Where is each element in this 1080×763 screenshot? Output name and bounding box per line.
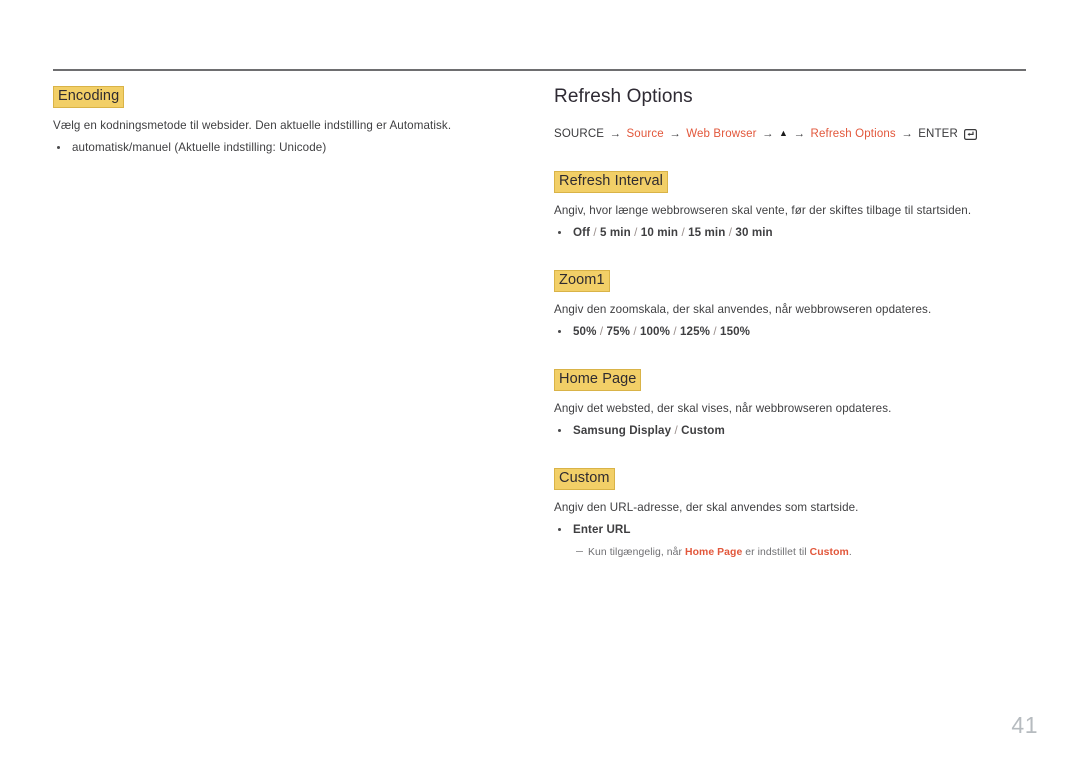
breadcrumb: SOURCE → Source → Web Browser → ▲ → Refr…	[554, 126, 1024, 145]
list-item: Samsung Display / Custom	[554, 422, 1024, 440]
note-term-home-page: Home Page	[685, 547, 743, 559]
triangle-up-icon: ▲	[779, 128, 789, 138]
section-custom: Custom Angiv den URL-adresse, der skal a…	[554, 468, 1024, 561]
breadcrumb-step-refresh-options: Refresh Options	[810, 128, 896, 140]
zoom1-description: Angiv den zoomskala, der skal anvendes, …	[554, 302, 932, 316]
section-heading-custom: Custom	[554, 468, 615, 490]
enter-key-icon	[964, 129, 978, 145]
right-column: Refresh Options SOURCE → Source → Web Br…	[554, 86, 1024, 561]
custom-description: Angiv den URL-adresse, der skal anvendes…	[554, 500, 859, 514]
refresh-interval-option-list: Off / 5 min / 10 min / 15 min / 30 min	[554, 224, 1024, 242]
arrow-icon: →	[793, 128, 806, 140]
header-divider	[53, 69, 1026, 71]
page-title: Refresh Options	[554, 86, 693, 107]
encoding-option-list: automatisk/manuel (Aktuelle indstilling:…	[53, 139, 523, 157]
custom-option-list: Enter URL	[554, 521, 1024, 539]
note-term-custom: Custom	[809, 547, 849, 559]
breadcrumb-step-web-browser: Web Browser	[686, 128, 757, 140]
note-text-middle: er indstillet til	[742, 547, 810, 559]
list-item: 50% / 75% / 100% / 125% / 150%	[554, 323, 1024, 341]
option-separator: /	[674, 424, 678, 438]
home-page-option-list: Samsung Display / Custom	[554, 422, 1024, 440]
custom-availability-note: Kun tilgængelig, når Home Page er indsti…	[576, 545, 1024, 561]
arrow-icon: →	[901, 128, 913, 140]
zoom1-option-list: 50% / 75% / 100% / 125% / 150%	[554, 323, 1024, 341]
section-heading-refresh-interval: Refresh Interval	[554, 171, 668, 193]
page-number: 41	[1011, 712, 1038, 738]
section-heading-home-page: Home Page	[554, 369, 642, 391]
section-refresh-interval: Refresh Interval Angiv, hvor længe webbr…	[554, 171, 1024, 242]
refresh-interval-description: Angiv, hvor længe webbrowseren skal vent…	[554, 203, 972, 217]
section-heading-zoom1: Zoom1	[554, 270, 610, 292]
breadcrumb-step-source: Source	[626, 128, 664, 140]
arrow-icon: →	[669, 128, 681, 140]
list-item: Off / 5 min / 10 min / 15 min / 30 min	[554, 224, 1024, 242]
section-encoding: Encoding Vælg en kodningsmetode til webs…	[53, 86, 523, 157]
arrow-icon: →	[762, 128, 774, 140]
breadcrumb-enter-key: ENTER	[918, 128, 958, 140]
section-home-page: Home Page Angiv det websted, der skal vi…	[554, 369, 1024, 440]
note-text-before: Kun tilgængelig, når	[588, 547, 685, 559]
list-item: Enter URL	[554, 521, 1024, 539]
option-separator: /	[633, 325, 637, 339]
option-separator: /	[593, 226, 597, 240]
option-separator: /	[713, 325, 717, 339]
note-text-after: .	[848, 547, 852, 559]
breadcrumb-source-key: SOURCE	[554, 128, 605, 140]
option-separator: /	[673, 325, 677, 339]
encoding-description: Vælg en kodningsmetode til websider. Den…	[53, 118, 452, 132]
option-separator: /	[634, 226, 638, 240]
home-page-description: Angiv det websted, der skal vises, når w…	[554, 401, 892, 415]
section-heading-encoding: Encoding	[53, 86, 125, 108]
arrow-icon: →	[609, 128, 622, 140]
option-separator: /	[728, 226, 733, 240]
section-zoom1: Zoom1 Angiv den zoomskala, der skal anve…	[554, 270, 1024, 341]
manual-page: Encoding Vælg en kodningsmetode til webs…	[0, 0, 1080, 763]
option-separator: /	[599, 325, 604, 339]
list-item: automatisk/manuel (Aktuelle indstilling:…	[53, 139, 523, 157]
left-column: Encoding Vælg en kodningsmetode til webs…	[53, 86, 523, 157]
option-separator: /	[681, 226, 685, 240]
